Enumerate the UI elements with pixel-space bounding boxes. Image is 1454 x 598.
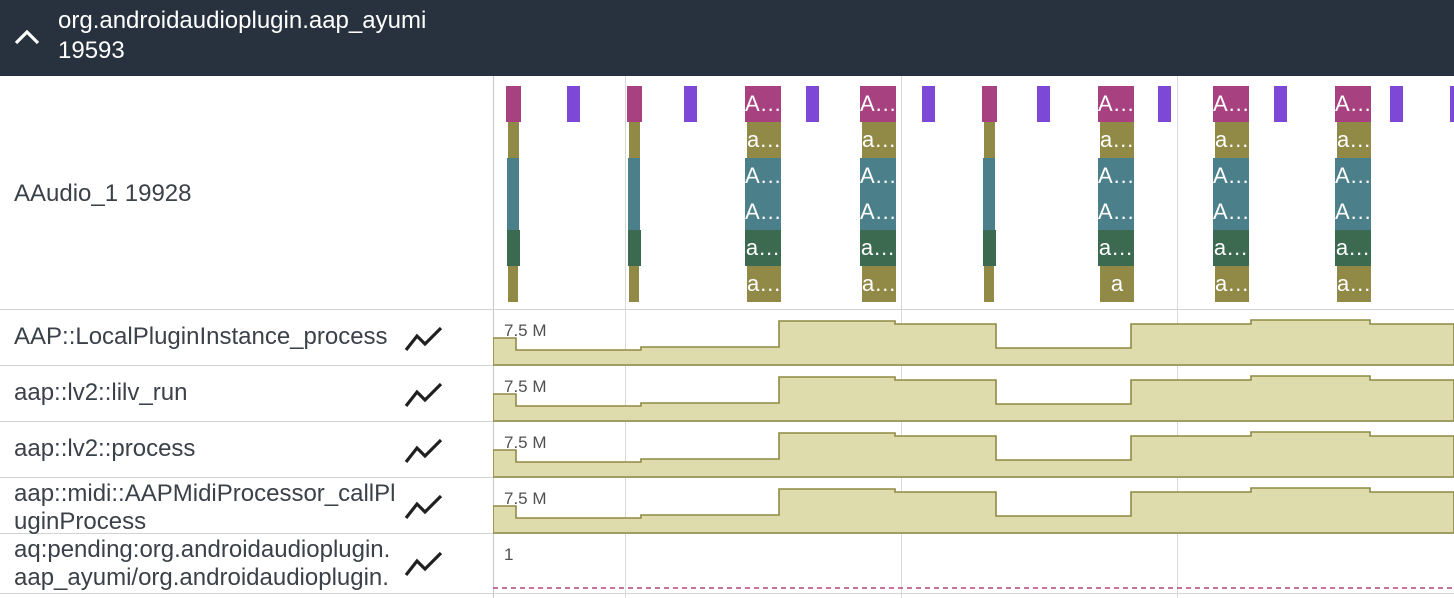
thread-slice[interactable]: a… [862,266,896,302]
thread-slice[interactable] [628,158,640,230]
thread-slice[interactable] [627,86,642,122]
thread-slice[interactable] [922,86,935,122]
counter-track-label: aap::midi::AAPMidiProcessor_callPluginPr… [14,480,396,534]
thread-slice[interactable]: A… [1213,194,1249,230]
thread-slice[interactable]: a… [1215,266,1249,302]
counter-track-chart[interactable] [493,310,1454,366]
thread-slice[interactable]: A… [1335,158,1371,194]
thread-slice[interactable] [1037,86,1050,122]
counter-max-label: 7.5 M [504,321,547,340]
thread-slice[interactable]: A… [1335,194,1371,230]
thread-slice[interactable] [628,230,641,266]
thread-slice[interactable]: A… [1213,158,1249,194]
counter-track-label: aap::lv2::process [14,435,196,462]
thread-slice[interactable]: A… [745,86,781,122]
thread-slice[interactable] [1274,86,1287,122]
thread-slice[interactable]: a… [1335,230,1371,266]
counter-max-label: 7.5 M [504,377,547,396]
thread-slice[interactable]: A… [1098,194,1134,230]
thread-slice[interactable] [1158,86,1171,122]
thread-slice[interactable] [983,230,996,266]
counter-chart-icon[interactable] [402,322,446,354]
thread-slice[interactable]: a… [745,230,781,266]
thread-slice[interactable]: A… [1098,86,1134,122]
counter-chart-icon[interactable] [402,434,446,466]
chevron-up-icon[interactable] [12,24,42,50]
thread-slice[interactable]: A… [860,194,896,230]
thread-slice[interactable]: A… [1213,86,1249,122]
thread-slice[interactable] [629,122,640,158]
thread-slice[interactable] [1390,86,1403,122]
thread-slice[interactable] [983,158,995,230]
counter-chart-icon[interactable] [402,547,446,579]
thread-slice[interactable] [508,266,518,302]
thread-slice[interactable] [507,158,519,230]
counter-track-chart[interactable] [493,478,1454,534]
thread-slice[interactable]: a… [1100,122,1134,158]
pending-counter-chart[interactable] [493,534,1454,590]
row-separator [0,593,1454,594]
thread-slice[interactable] [806,86,819,122]
counter-chart-icon[interactable] [402,490,446,522]
thread-slice[interactable] [507,230,520,266]
thread-slice[interactable]: a [1100,266,1134,302]
counter-track-label: AAP::LocalPluginInstance_process [14,323,388,350]
process-name: org.androidaudioplugin.aap_ayumi [58,7,427,34]
process-pid: 19593 [58,37,125,64]
thread-slice[interactable] [684,86,697,122]
thread-slice[interactable]: a… [747,266,781,302]
thread-slice[interactable]: A… [745,194,781,230]
process-header[interactable]: org.androidaudioplugin.aap_ayumi 19593 [0,0,1454,76]
thread-slice[interactable]: A… [1098,158,1134,194]
thread-track-label: AAudio_1 19928 [14,180,192,207]
thread-slice[interactable]: A… [860,158,896,194]
counter-track-chart[interactable] [493,366,1454,422]
counter-track-label: aap::lv2::lilv_run [14,379,188,406]
counter-chart-icon[interactable] [402,378,446,410]
thread-slice[interactable]: a… [860,230,896,266]
thread-slice[interactable] [982,86,997,122]
thread-slice[interactable]: a… [1337,266,1371,302]
thread-slice[interactable] [567,86,580,122]
thread-slice[interactable]: a… [862,122,896,158]
thread-slice[interactable]: a… [1215,122,1249,158]
thread-slice[interactable] [984,266,994,302]
thread-slice[interactable]: a… [1213,230,1249,266]
thread-slice[interactable]: a… [1337,122,1371,158]
thread-slice[interactable]: A… [860,86,896,122]
counter-max-label: 1 [504,545,514,564]
thread-slice[interactable]: A… [1335,86,1371,122]
thread-slice[interactable] [629,266,639,302]
counter-track-label: aq:pending:org.androidaudioplugin.aap_ay… [14,536,391,591]
thread-slice[interactable] [506,86,521,122]
thread-slice[interactable] [984,122,995,158]
thread-slice[interactable]: a… [747,122,781,158]
thread-slice[interactable] [508,122,519,158]
thread-slice[interactable]: A… [745,158,781,194]
counter-track-chart[interactable] [493,422,1454,478]
counter-max-label: 7.5 M [504,489,547,508]
thread-slice[interactable] [1450,86,1454,122]
counter-max-label: 7.5 M [504,433,547,452]
thread-slice[interactable]: a… [1098,230,1134,266]
